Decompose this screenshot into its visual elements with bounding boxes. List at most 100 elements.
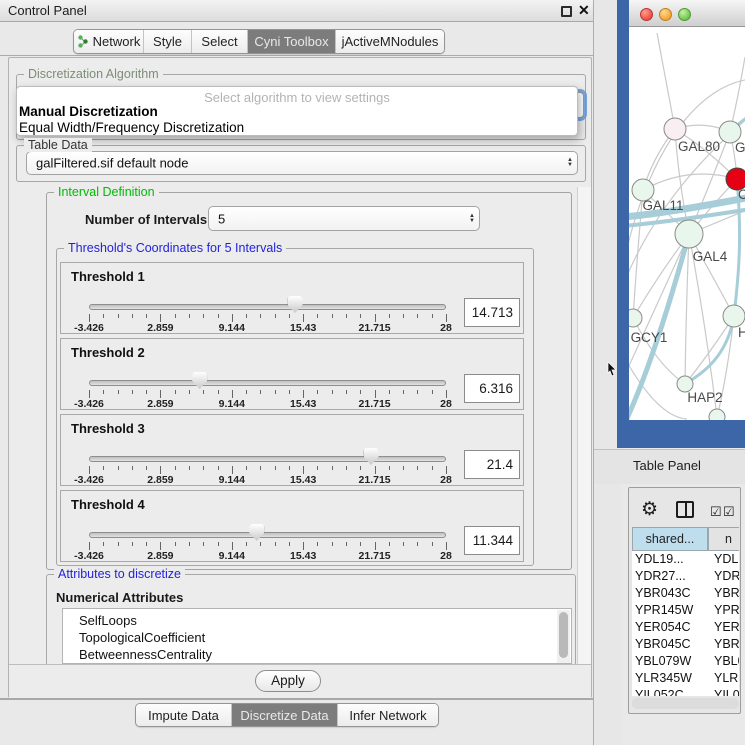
tab-cyni-toolbox[interactable]: Cyni Toolbox [248, 30, 336, 53]
tab-jactivemnodules[interactable]: jActiveMNodules [336, 30, 444, 53]
tick-mark [103, 466, 104, 470]
tick-mark [375, 542, 376, 550]
table-cell[interactable]: YDR2 [714, 568, 739, 585]
table-cell[interactable]: YBR0 [714, 636, 739, 653]
slider-track[interactable] [89, 380, 446, 386]
tick-label: 9.144 [219, 322, 245, 334]
table-cell[interactable]: YDL19... [635, 551, 711, 568]
network-node-gal4[interactable] [675, 220, 703, 248]
tab-network[interactable]: Network [74, 30, 144, 53]
table-cell[interactable]: YPR1 [714, 602, 739, 619]
gear-icon[interactable]: ⚙ [641, 498, 658, 521]
close-icon[interactable]: ✕ [578, 2, 590, 19]
num-intervals-select[interactable]: 5 ▲▼ [208, 206, 480, 231]
slider-thumb[interactable] [249, 524, 264, 541]
tick-mark [246, 466, 247, 470]
threshold-value-field[interactable]: 11.344 [464, 526, 520, 555]
checkbox-icon[interactable]: ☑ [710, 504, 722, 520]
combo-stepper-icon: ▲▼ [469, 214, 475, 224]
algorithm-option[interactable]: Manual Discretization [19, 104, 575, 120]
tick-mark [389, 542, 390, 546]
table-data-selected-value: galFiltered.sif default node [36, 156, 188, 171]
slider-thumb[interactable] [364, 448, 379, 465]
table-cell[interactable]: YPR145W [635, 602, 711, 619]
slider-thumb[interactable] [192, 372, 207, 389]
tick-mark [175, 314, 176, 318]
tick-mark [389, 314, 390, 318]
threshold-value-field[interactable]: 14.713 [464, 298, 520, 327]
tab-style[interactable]: Style [144, 30, 192, 53]
network-canvas[interactable]: GAL80GCGAL11GAL4GCY1HHAP2 [629, 27, 745, 420]
columns-icon[interactable] [676, 501, 694, 518]
tab-discretize-data[interactable]: Discretize Data [232, 704, 338, 726]
minimize-traffic-light-icon[interactable] [659, 8, 672, 21]
tick-mark [232, 542, 233, 550]
slider-track[interactable] [89, 304, 446, 310]
tick-label: 2.859 [147, 550, 173, 562]
table-data-select[interactable]: galFiltered.sif default node ▲▼ [26, 151, 578, 175]
network-node-gal80[interactable] [664, 118, 686, 140]
network-edge[interactable] [685, 316, 734, 384]
float-window-icon[interactable] [561, 6, 572, 17]
list-item[interactable]: BetweennessCentrality [79, 646, 212, 663]
table-cell[interactable]: YBR0 [714, 585, 739, 602]
node-label: GCY1 [631, 330, 668, 345]
tick-mark [389, 390, 390, 394]
slider-track[interactable] [89, 532, 446, 538]
list-item[interactable]: TopologicalCoefficient [79, 629, 205, 646]
threshold-label: Threshold 2 [71, 345, 145, 360]
zoom-traffic-light-icon[interactable] [678, 8, 691, 21]
table-cell[interactable]: YIL0 [714, 687, 739, 696]
table-cell[interactable]: YER0 [714, 619, 739, 636]
table-cell[interactable]: YBR045C [635, 636, 711, 653]
table-cell[interactable]: YBL079W [635, 653, 711, 670]
algorithm-option[interactable]: Equal Width/Frequency Discretization [19, 120, 575, 136]
tick-mark [89, 466, 90, 474]
table-cell[interactable]: YBR043C [635, 585, 711, 602]
table-cell[interactable]: YER054C [635, 619, 711, 636]
network-node-h[interactable] [723, 305, 745, 327]
tick-mark [417, 390, 418, 394]
slider-thumb[interactable] [288, 296, 303, 313]
apply-button[interactable]: Apply [255, 670, 321, 692]
network-edge[interactable] [657, 33, 675, 129]
network-node-b1[interactable] [709, 409, 725, 420]
tick-mark [146, 314, 147, 318]
threshold-value-field[interactable]: 6.316 [464, 374, 520, 403]
table-cell[interactable]: YLR345W [635, 670, 711, 687]
network-window-titlebar [629, 0, 745, 27]
column-header[interactable]: n [708, 527, 739, 551]
tick-mark [417, 314, 418, 318]
panel-vertical-scrollbar[interactable] [577, 187, 591, 664]
table-cell[interactable]: YDR27... [635, 568, 711, 585]
table-cell[interactable]: YBL0 [714, 653, 739, 670]
table-cell[interactable]: YDL1 [714, 551, 739, 568]
tick-label: 9.144 [219, 474, 245, 486]
tick-mark [360, 390, 361, 394]
tab-infer-network[interactable]: Infer Network [338, 704, 438, 726]
column-header[interactable]: shared... [632, 527, 708, 551]
threshold-value-field[interactable]: 21.4 [464, 450, 520, 479]
table-horizontal-scrollbar[interactable] [632, 698, 739, 709]
close-traffic-light-icon[interactable] [640, 8, 653, 21]
tick-mark [275, 314, 276, 318]
tick-mark [160, 542, 161, 550]
checkbox-icon[interactable]: ☑ [723, 504, 735, 520]
tick-mark [203, 542, 204, 546]
tab-impute-data[interactable]: Impute Data [136, 704, 232, 726]
tick-mark [246, 542, 247, 546]
network-edge[interactable] [685, 234, 689, 384]
slider-track[interactable] [89, 456, 446, 462]
tick-mark [303, 466, 304, 474]
tab-select[interactable]: Select [192, 30, 248, 53]
attributes-list[interactable]: SelfLoopsTopologicalCoefficientBetweenne… [62, 608, 572, 664]
list-item[interactable]: SelfLoops [79, 612, 137, 629]
tick-mark [203, 390, 204, 394]
tick-label: 28 [440, 398, 452, 410]
attributes-scrollbar[interactable] [557, 610, 570, 664]
tick-label: -3.426 [74, 398, 104, 410]
table-cell[interactable]: YIL052C [635, 687, 711, 696]
table-cell[interactable]: YLR3 [714, 670, 739, 687]
network-node-gcy1[interactable] [629, 309, 642, 327]
tick-mark [160, 314, 161, 322]
